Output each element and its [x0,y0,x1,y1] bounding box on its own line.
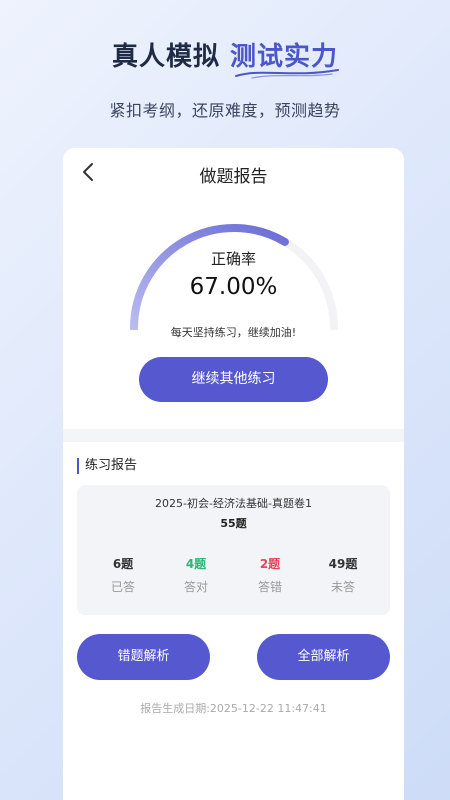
stat-label: 未答 [330,580,355,594]
stat-value: 49题 [328,557,358,571]
report-date: 报告生成日期:2025-12-22 11:47:41 [140,702,327,715]
stat-value: 2题 [259,557,281,571]
nav-bar: 做题报告 [63,148,404,196]
continue-practice-button[interactable]: 继续其他练习 [139,357,328,402]
accuracy-label: 正确率 [210,250,256,268]
question-count: 55题 [220,517,247,530]
all-analysis-button[interactable]: 全部解析 [257,634,390,680]
stat-label: 答错 [257,580,282,594]
squiggle-underline-icon [235,69,339,79]
stat-answered: 6题 已答 [93,555,153,595]
stat-label: 答对 [183,580,208,594]
promo-header: 真人模拟 测试实力 紧扣考纲，还原难度，预测趋势 [0,0,450,150]
stat-value: 6题 [112,557,134,571]
promo-subtitle: 紧扣考纲，还原难度，预测趋势 [109,101,341,120]
section-title-practice-report: 练习报告 [77,458,137,474]
stat-correct: 4题 答对 [166,555,226,595]
paper-name: 2025-初会-经济法基础-真题卷1 [155,497,312,510]
promo-title-main: 真人模拟 [111,42,220,72]
promo-title: 真人模拟 测试实力 [0,36,450,73]
practice-summary-box: 2025-初会-经济法基础-真题卷1 55题 6题 已答 4题 答对 2题 答错… [77,485,390,615]
stat-unanswered: 49题 未答 [313,555,373,595]
report-card: 做题报告 正确率 67.00% 每天坚持练习，继续加油! 继续其他练习 练习报告… [63,148,404,800]
encouragement-text: 每天坚持练习，继续加油! [170,326,297,339]
stat-value: 4题 [185,557,207,571]
section-divider [63,429,404,442]
wrong-analysis-button[interactable]: 错题解析 [77,634,210,680]
accuracy-value: 67.00% [189,274,278,300]
page-title: 做题报告 [199,167,268,187]
stat-label: 已答 [110,580,135,594]
stat-wrong: 2题 答错 [240,555,300,595]
